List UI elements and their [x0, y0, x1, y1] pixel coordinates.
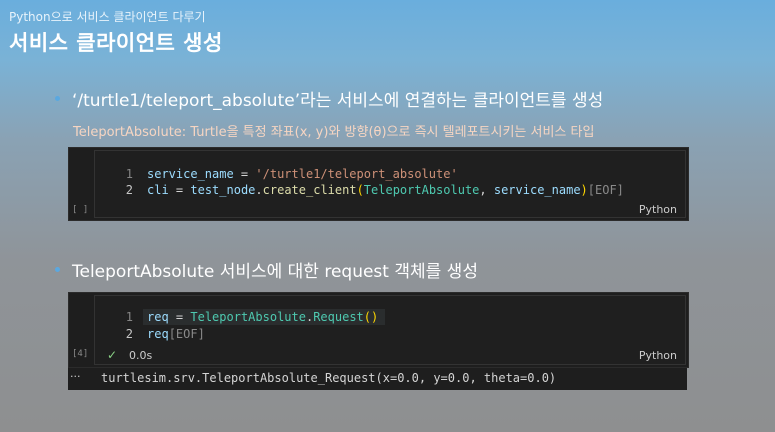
token-dot: . [255, 183, 263, 197]
code-editor[interactable]: 1 2 req = TeleportAbsolute.Request() req… [94, 295, 686, 365]
token-variable: cli [147, 183, 169, 197]
eof-marker: [EOF] [168, 327, 205, 341]
slide-title: 서비스 클라이언트 생성 [9, 31, 223, 55]
bullet-dot-icon [55, 96, 60, 101]
bullet-item: ‘/turtle1/teleport_absolute’라는 서비스에 연결하는… [55, 86, 603, 111]
code-line-2[interactable]: cli = test_node.create_client(TeleportAb… [147, 183, 624, 197]
token-operator: = [233, 167, 256, 181]
line-number: 1 [125, 310, 133, 324]
token-argument: service_name [493, 183, 581, 197]
eof-marker: [EOF] [587, 183, 624, 197]
token-variable: service_name [147, 167, 234, 181]
token-operator: = [168, 310, 191, 324]
check-icon: ✓ [107, 348, 118, 362]
language-label[interactable]: Python [639, 203, 677, 216]
token-paren: ( [356, 183, 364, 197]
token-paren: ) [580, 183, 588, 197]
token-variable: req [147, 327, 169, 341]
token-object: test_node [190, 183, 256, 197]
code-line-2[interactable]: req[EOF] [147, 327, 205, 341]
slide-subtitle: Python으로 서비스 클라이언트 다루기 [9, 10, 206, 24]
bullet-text: TeleportAbsolute 서비스에 대한 request 객체를 생성 [72, 262, 478, 282]
bullet-text: ‘/turtle1/teleport_absolute’라는 서비스에 연결하는… [72, 91, 604, 111]
line-number: 2 [125, 183, 133, 197]
token-string: '/turtle1/teleport_absolute' [255, 167, 458, 181]
cell-output: ··· turtlesim.srv.TeleportAbsolute_Reque… [68, 368, 687, 390]
output-text: turtlesim.srv.TeleportAbsolute_Request(x… [101, 371, 557, 385]
code-line-1[interactable]: service_name = '/turtle1/teleport_absolu… [147, 167, 458, 181]
token-variable: req [147, 310, 169, 324]
execution-time: 0.0s [129, 349, 153, 362]
token-paren: () [363, 310, 379, 324]
language-label[interactable]: Python [639, 349, 677, 362]
bullet-dot-icon [55, 267, 60, 272]
bullet-item: TeleportAbsolute 서비스에 대한 request 객체를 생성 [55, 257, 478, 282]
description-text: TeleportAbsolute: Turtle을 특정 좌표(x, y)와 방… [73, 125, 595, 140]
token-class: TeleportAbsolute [363, 183, 480, 197]
execution-count: [4] [72, 349, 89, 359]
token-comma: , [479, 183, 494, 197]
line-number: 2 [125, 327, 133, 341]
code-line-1[interactable]: req = TeleportAbsolute.Request() [147, 310, 378, 324]
token-class: Request [313, 310, 364, 324]
token-operator: = [168, 183, 191, 197]
output-menu-icon[interactable]: ··· [70, 370, 81, 383]
code-editor[interactable]: 1 2 service_name = '/turtle1/teleport_ab… [94, 150, 686, 218]
token-class: TeleportAbsolute [190, 310, 306, 324]
code-cell-1[interactable]: 1 2 service_name = '/turtle1/teleport_ab… [68, 147, 689, 221]
code-cell-2[interactable]: 1 2 req = TeleportAbsolute.Request() req… [68, 292, 689, 368]
token-function: create_client [262, 183, 357, 197]
line-number: 1 [125, 167, 133, 181]
execution-count: [ ] [72, 205, 89, 215]
